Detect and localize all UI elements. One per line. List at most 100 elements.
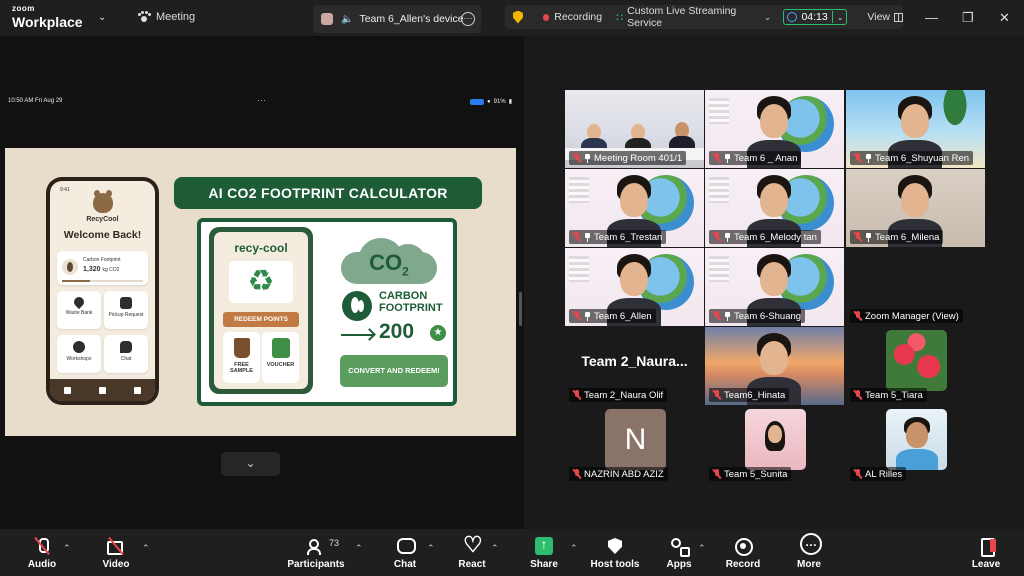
participant-video-tile[interactable]: Team 5_Tiara (846, 327, 985, 405)
leave-button[interactable]: Leave (956, 537, 1016, 570)
participant-name: Team 6_Shuyuan Ren (875, 152, 970, 164)
cf-label: Carbon Footprint (83, 257, 121, 263)
meeting-label: Meeting (156, 11, 196, 23)
timer-value: 04:13 (801, 11, 828, 23)
view-button[interactable]: View (867, 11, 903, 23)
restore-window-icon[interactable]: ❐ (962, 10, 974, 26)
participant-video-tile[interactable]: Meeting Room 401/1 (565, 90, 704, 168)
avatar (321, 13, 333, 25)
participant-video-tile[interactable]: Team 6 _ Anan (705, 90, 844, 168)
participants-icon (307, 537, 325, 555)
participant-name: Team 5_Tiara (865, 389, 923, 401)
redeem-points-label: REDEEM POINTS (223, 312, 299, 327)
profile-icon (134, 386, 141, 394)
apps-options-caret[interactable]: ⌃ (698, 543, 706, 554)
meeting-menu-button[interactable]: Meeting (138, 11, 195, 23)
participant-video-tile[interactable]: Team 2_Naura... Team 2_Naura Olif (565, 327, 704, 405)
view-label: View (867, 11, 890, 23)
pin-icon (865, 232, 872, 242)
participant-video-tile[interactable]: Team 6_Milena (846, 169, 985, 247)
mic-muted-icon (33, 537, 51, 555)
participant-video-tile[interactable]: Team 6_Allen (565, 248, 704, 326)
mic-muted-icon (573, 232, 581, 242)
location-pin-icon (71, 294, 87, 310)
participants-options-caret[interactable]: ⌃ (355, 543, 363, 554)
chat-options-caret[interactable]: ⌃ (427, 543, 435, 554)
workshops-tile: Workshops (57, 335, 101, 373)
voucher-tile: VOUCHER (262, 332, 299, 383)
avatar (886, 330, 947, 391)
cf-unit: kg CO2 (102, 267, 120, 273)
participant-video-tile[interactable]: Team6_Hinata (705, 327, 844, 405)
react-options-caret[interactable]: ⌃ (491, 543, 499, 554)
participant-name: AL Rilles (865, 468, 903, 480)
chevron-down-icon[interactable]: ⌄ (98, 12, 106, 23)
participants-count: 73 (329, 538, 340, 548)
avatar (886, 409, 947, 470)
record-button[interactable]: Record (713, 537, 773, 570)
mic-muted-icon (573, 469, 581, 479)
video-button[interactable]: Video (86, 537, 146, 570)
participant-nameplate: AL Rilles (850, 467, 907, 481)
shield-icon (606, 537, 624, 555)
co2-text: CO (369, 250, 403, 275)
participant-video-tile[interactable]: Team 6-Shuang (705, 248, 844, 326)
grocery-bag-icon (271, 338, 290, 358)
participant-nameplate: Team 6_Melody tan (709, 230, 821, 244)
pin-icon (724, 153, 731, 163)
inner-phone-mockup: recy-cool ♻ REDEEM POINTS FREE SAMPLE VO… (209, 227, 313, 394)
phone-welcome: Welcome Back! (63, 229, 142, 241)
more-button[interactable]: More (779, 533, 839, 570)
participant-name: Team 2_Naura Olif (584, 389, 664, 401)
meeting-timer[interactable]: 04:13 ⌄ (783, 9, 848, 25)
participant-video-tile[interactable]: Team 5_Sunita (705, 406, 844, 484)
arrow-right-icon (341, 334, 373, 336)
participant-name: Team6_Hinata (724, 389, 786, 401)
share-options-caret[interactable]: ⌃ (570, 543, 578, 554)
battery-icon: ▮ (508, 99, 512, 105)
chat-button[interactable]: Chat (375, 537, 435, 570)
ipad-multitask-icon: ⋯ (257, 95, 266, 105)
participant-nameplate: NAZRIN ABD AZIZ (569, 467, 668, 481)
audio-options-caret[interactable]: ⌃ (63, 543, 71, 554)
leave-door-icon (977, 537, 996, 557)
pin-icon (724, 232, 731, 242)
split-view-resize-handle[interactable] (519, 292, 522, 326)
participant-video-tile[interactable]: Zoom Manager (View) (846, 248, 985, 326)
security-shield-icon[interactable] (513, 10, 523, 24)
participant-video-tile[interactable]: Team 6_Melody tan (705, 169, 844, 247)
participant-nameplate: Team 5_Tiara (850, 388, 927, 402)
avatar (745, 409, 806, 470)
mic-muted-icon (854, 311, 862, 321)
co2-subscript: 2 (402, 264, 409, 279)
more-icon (800, 533, 822, 555)
participant-video-tile[interactable]: AL Rilles (846, 406, 985, 484)
mic-muted-icon (854, 153, 862, 163)
brand-name: Workplace (12, 14, 83, 30)
more-options-icon[interactable]: ⋯ (461, 12, 475, 26)
chevron-down-icon[interactable]: ⌄ (764, 12, 772, 23)
participant-nameplate: Team6_Hinata (709, 388, 790, 402)
minimize-icon[interactable]: — (925, 10, 938, 25)
live-stream-status[interactable]: Custom Live Streaming Service (627, 5, 760, 29)
recording-status[interactable]: Recording (554, 11, 602, 23)
participant-video-tile[interactable]: Team 6_Shuyuan Ren (846, 90, 985, 168)
next-page-chevron-icon[interactable]: ⌄ (221, 452, 280, 476)
device-tab-label: Team 6_Allen's device (359, 13, 464, 25)
participant-video-tile[interactable]: Team 6_Trestan (565, 169, 704, 247)
shared-device-tab[interactable]: 🔈 Team 6_Allen's device ⋯ (313, 5, 481, 33)
host-tools-button[interactable]: Host tools (585, 537, 645, 570)
participant-nameplate: Team 6_Trestan (569, 230, 667, 244)
cf-value: 1,320 (83, 266, 101, 273)
zoom-logo: zoom Workplace (12, 5, 83, 30)
participant-video-tile[interactable]: N NAZRIN ABD AZIZ (565, 406, 704, 484)
close-icon[interactable]: ✕ (999, 10, 1010, 26)
chevron-down-icon: ⌄ (836, 12, 844, 22)
share-button[interactable]: Share (514, 536, 574, 570)
clock-icon (787, 12, 798, 22)
convert-redeem-label: CONVERT AND REDEEM! (340, 355, 448, 387)
mic-muted-icon (713, 311, 721, 321)
participant-name: Team 6-Shuang (734, 310, 802, 322)
chat-icon (396, 537, 416, 555)
video-options-caret[interactable]: ⌃ (142, 543, 150, 554)
